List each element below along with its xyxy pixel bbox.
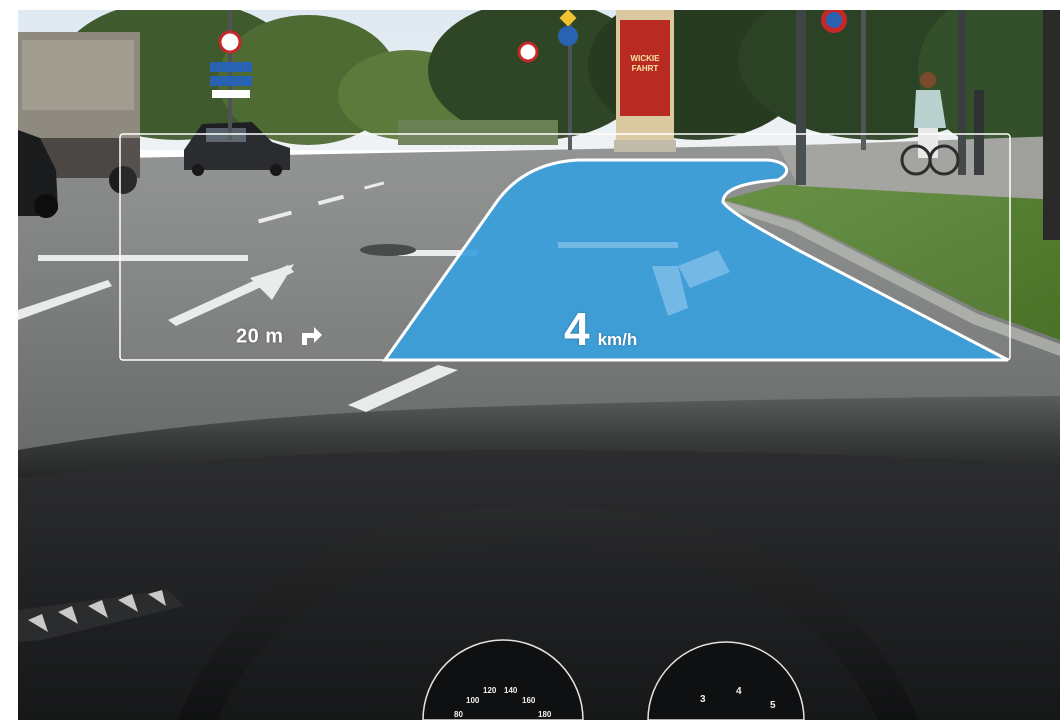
speedometer-tick-label: 160 xyxy=(522,696,536,705)
speed-unit: km/h xyxy=(597,330,638,349)
advertising-column xyxy=(614,10,676,152)
tachometer-tick-label: 4 xyxy=(736,686,742,697)
billboard-text: WICKIE FAHRT xyxy=(630,54,660,73)
speedometer-tick-label: 140 xyxy=(504,686,518,695)
speedometer-tick-label: 80 xyxy=(454,710,463,719)
turn-distance-label: 20 m xyxy=(236,325,284,348)
ar-dashboard-scene: 80 100 120 140 160 180 3 4 5 WICKIE FAHR… xyxy=(18,10,1060,720)
speedometer-tick-label: 120 xyxy=(483,686,497,695)
tachometer-tick-label: 5 xyxy=(770,700,776,711)
speedometer-tick-label: 180 xyxy=(538,710,552,719)
speed-value: 4 xyxy=(564,303,590,355)
turn-right-arrow-icon xyxy=(298,321,324,353)
hud-speed-readout: 4 km/h xyxy=(564,306,637,352)
tachometer-tick-label: 3 xyxy=(700,694,706,705)
hud-turn-distance: 20 m xyxy=(236,321,324,353)
speedometer-tick-label: 100 xyxy=(466,696,480,705)
scene-illustration xyxy=(18,10,1060,720)
